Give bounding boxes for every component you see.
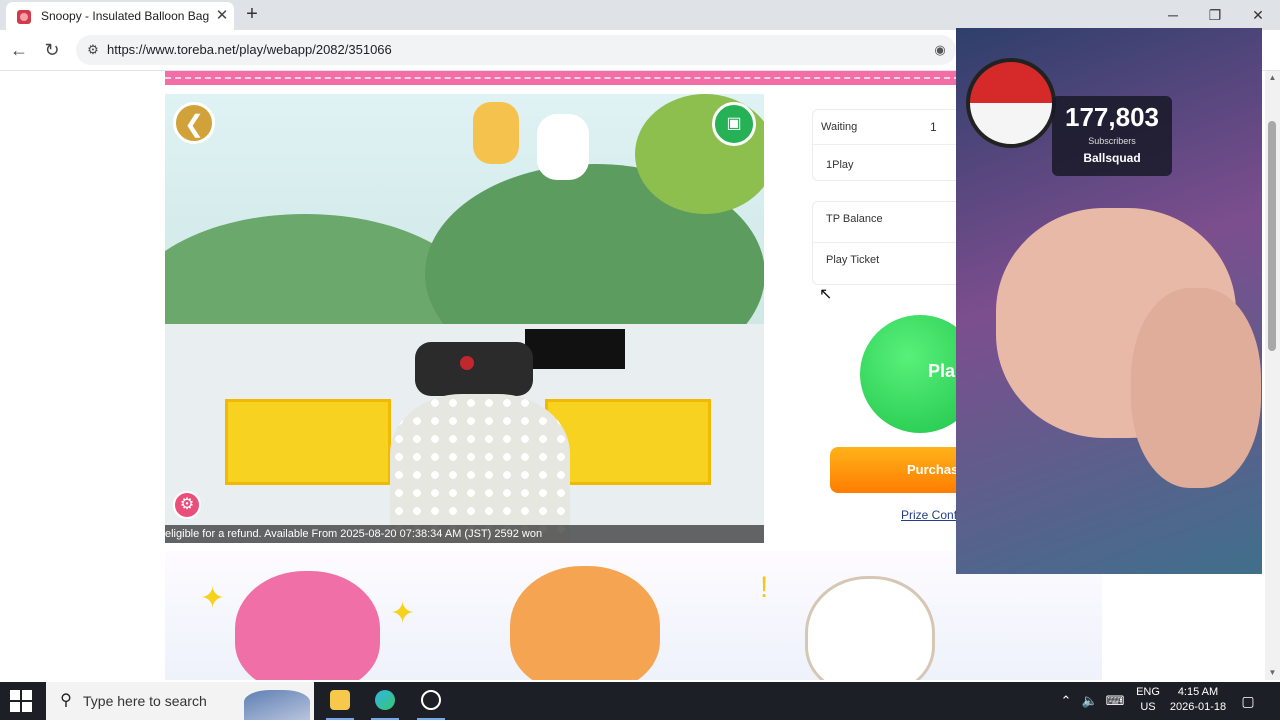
search-highlight-art <box>244 690 310 720</box>
close-window-button[interactable]: ✕ <box>1243 5 1273 25</box>
search-placeholder[interactable]: Type here to search <box>83 693 207 709</box>
minimize-button[interactable]: ─ <box>1158 5 1188 25</box>
back-chevron-icon[interactable]: ❮ <box>173 102 215 144</box>
prize-confirm-link[interactable]: Prize Confi <box>901 508 960 522</box>
prize-target-tray <box>415 342 533 396</box>
tab-title: Snoopy - Insulated Balloon Bag S <box>41 9 213 23</box>
windows-start-icon[interactable] <box>10 690 32 712</box>
play-button-label[interactable]: Pla <box>928 361 955 382</box>
taskbar-search[interactable]: ⚲ Type here to search <box>46 682 314 720</box>
black-plate <box>525 329 625 369</box>
subscriber-count: 177,803 <box>1065 102 1159 132</box>
clock-date: 2026-01-18 <box>1169 701 1227 713</box>
page-scrollbar[interactable]: ▲ ▼ <box>1265 71 1280 680</box>
search-icon: ⚲ <box>60 692 72 709</box>
keyboard-layout: US <box>1140 701 1156 713</box>
file-explorer-icon[interactable] <box>320 682 360 720</box>
ball-pile <box>390 394 570 543</box>
start-icon-pane <box>10 702 20 712</box>
exclamation-icon: ! <box>760 571 769 604</box>
purchase-button-label[interactable]: Purchas <box>907 462 958 477</box>
edge-browser-icon[interactable] <box>365 682 405 720</box>
refund-notice: eligible for a refund. Available From 20… <box>165 525 764 543</box>
back-arrow-icon[interactable]: ← <box>8 39 30 61</box>
start-icon-pane <box>10 690 20 700</box>
machine-backdrop <box>165 94 764 414</box>
backdrop-cat-yellow <box>473 102 519 164</box>
pip-video-overlay[interactable]: 177,803 Subscribers Ballsquad <box>956 28 1262 574</box>
folder-icon <box>330 690 350 710</box>
video-camera-icon[interactable]: ▣ <box>712 102 756 146</box>
mouse-cursor-icon: ↖ <box>819 286 833 303</box>
new-tab-button[interactable]: + <box>241 4 263 26</box>
url-text[interactable]: https://www.toreba.net/play/webapp/2082/… <box>107 42 392 57</box>
subscriber-counter: 177,803 Subscribers Ballsquad <box>1052 96 1172 176</box>
balance-panel: TP Balance Play Ticket <box>812 201 964 285</box>
gear-icon[interactable]: ⚙ <box>173 491 201 519</box>
keyboard-icon[interactable]: ⌨ <box>1104 692 1126 710</box>
volume-icon[interactable]: 🔈 <box>1080 692 1100 710</box>
tracking-prevention-icon[interactable]: ◉ <box>931 41 949 59</box>
channel-name: Ballsquad <box>1083 151 1141 165</box>
pink-cat-mascot <box>235 571 380 680</box>
play-ticket-label: Play Ticket <box>826 254 880 266</box>
recorder-app-icon[interactable] <box>411 682 451 720</box>
browser-tab[interactable]: Snoopy - Insulated Balloon Bag S ✕ <box>6 2 234 30</box>
backdrop-cat-white <box>537 114 589 180</box>
language-code: ENG <box>1136 686 1160 698</box>
waiting-label: Waiting <box>821 121 858 133</box>
start-icon-pane <box>22 690 32 700</box>
panel-divider <box>813 144 963 145</box>
tray-chevron-icon[interactable]: ⌃ <box>1058 692 1074 710</box>
hand-image <box>1131 288 1261 488</box>
record-icon <box>421 690 441 710</box>
edge-icon <box>375 690 395 710</box>
scroll-up-icon[interactable]: ▲ <box>1265 71 1280 85</box>
reload-icon[interactable]: ↻ <box>41 39 63 61</box>
white-cat-mascot <box>805 576 935 680</box>
system-clock[interactable]: 4:15 AM 2026-01-18 <box>1168 685 1228 715</box>
machine-play-field <box>165 324 764 543</box>
address-bar[interactable]: ⚙ https://www.toreba.net/play/webapp/208… <box>76 35 956 65</box>
scroll-thumb[interactable] <box>1268 121 1276 351</box>
browser-tab-strip: Snoopy - Insulated Balloon Bag S ✕ + ─ ❐… <box>0 0 1280 30</box>
clock-time: 4:15 AM <box>1177 686 1219 698</box>
sparkle-icon: ✦ <box>390 597 416 630</box>
header-stripe <box>165 71 960 85</box>
queue-panel: Waiting 1 1Play <box>812 109 964 181</box>
notifications-icon[interactable]: ▢ <box>1238 691 1258 711</box>
windows-taskbar: ⚲ Type here to search ⌃ 🔈 ⌨ ENG US 4:15 … <box>0 682 1280 720</box>
maximize-button[interactable]: ❐ <box>1200 5 1230 25</box>
yellow-tray-left <box>225 399 391 485</box>
language-indicator[interactable]: ENG US <box>1130 685 1166 715</box>
waiting-count: 1 <box>930 120 937 134</box>
sparkle-icon: ✦ <box>200 582 226 615</box>
claw-game-stream: ❮ ▣ ⚙ eligible for a refund. Available F… <box>165 94 764 543</box>
site-info-icon[interactable]: ⚙ <box>84 41 102 59</box>
site-favicon-icon <box>17 10 31 24</box>
pokeball-icon <box>966 58 1056 148</box>
orange-cat-mascot <box>510 566 660 680</box>
start-icon-pane <box>22 702 32 712</box>
tp-balance-label: TP Balance <box>826 213 883 225</box>
subscriber-label: Subscribers <box>1088 136 1136 146</box>
panel-divider <box>813 242 963 243</box>
scroll-down-icon[interactable]: ▼ <box>1265 666 1280 680</box>
oneplay-label: 1Play <box>826 159 854 171</box>
tab-close-icon[interactable]: ✕ <box>214 7 230 25</box>
